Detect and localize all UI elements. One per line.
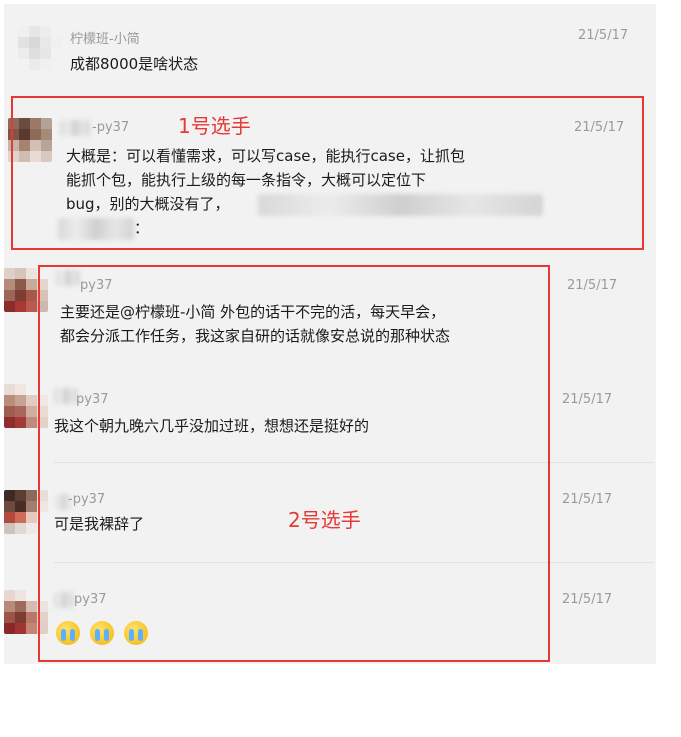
message-time: 21/5/17 — [567, 278, 618, 293]
sender-name[interactable]: 柠檬班-小简 — [70, 28, 140, 47]
annotation-box-2 — [38, 265, 550, 662]
annotation-label-2: 2号选手 — [288, 508, 361, 532]
message-time: 21/5/17 — [562, 392, 613, 407]
message-time: 21/5/17 — [562, 592, 613, 607]
annotation-box-1 — [11, 96, 644, 250]
message-text: 成都8000是啥状态 — [70, 55, 199, 73]
message-time: 21/5/17 — [578, 28, 629, 43]
annotation-label-1: 1号选手 — [178, 114, 251, 138]
message-time: 21/5/17 — [562, 492, 613, 507]
avatar[interactable] — [18, 26, 62, 70]
